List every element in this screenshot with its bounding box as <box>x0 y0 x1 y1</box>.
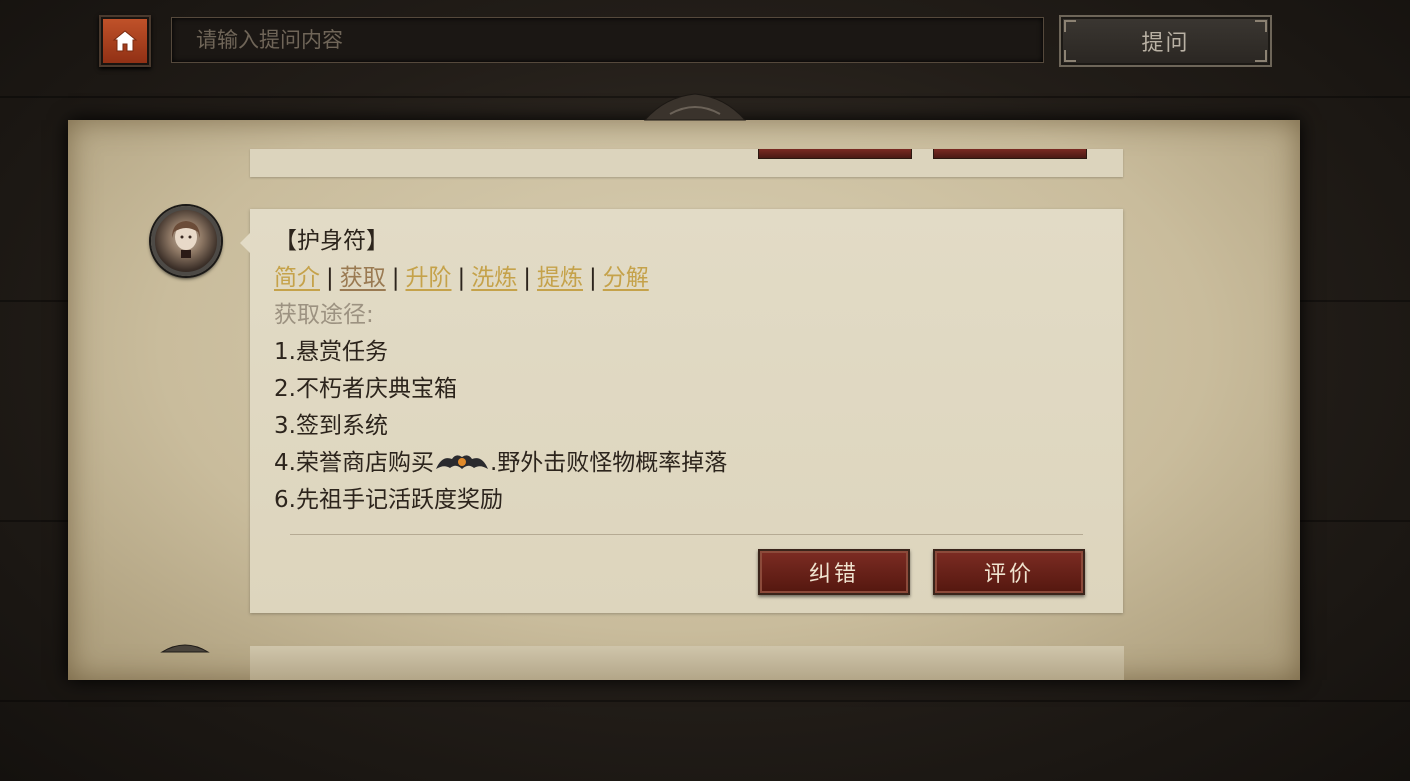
previous-rate-button[interactable] <box>933 149 1087 159</box>
search-input[interactable] <box>172 18 1043 62</box>
previous-correct-button[interactable] <box>758 149 912 159</box>
list-item: 6.先祖手记活跃度奖励 <box>274 487 503 513</box>
correct-button-label: 纠错 <box>808 562 859 587</box>
rate-button-label: 评价 <box>983 562 1034 587</box>
avatar-portrait <box>172 221 200 258</box>
tab-separator: | <box>523 265 531 291</box>
item-title: 【护身符】 <box>274 228 389 254</box>
section-label: 获取途径: <box>274 302 374 328</box>
bat-emoji-icon <box>435 455 488 469</box>
answer-card: 【护身符】 简介 | 获取 | 升阶 | 洗炼 | 提炼 | 分解 获取途径: 1.悬赏任务 2.不… <box>240 209 1123 613</box>
rate-button[interactable]: 评价 <box>933 549 1085 595</box>
ask-button[interactable]: 提问 <box>1059 15 1272 67</box>
search-field[interactable] <box>171 17 1044 63</box>
tab-separator: | <box>589 265 597 291</box>
tab-intro[interactable]: 简介 <box>274 265 320 291</box>
tab-separator: | <box>391 265 400 291</box>
tab-separator: | <box>457 265 466 291</box>
list-item: 3.签到系统 <box>274 413 388 439</box>
ask-button-label: 提问 <box>1141 31 1190 56</box>
list-item: 1.悬赏任务 <box>274 339 388 365</box>
list-item-text: .野外击败怪物概率掉落 <box>489 450 728 476</box>
info-tabs: 简介 | 获取 | 升阶 | 洗炼 | 提炼 | 分解 <box>274 260 727 297</box>
message-marker-ornament <box>160 644 210 653</box>
list-item: 2.不朽者庆典宝箱 <box>274 376 457 402</box>
next-message-card <box>250 646 1124 680</box>
tab-reroll[interactable]: 洗炼 <box>471 265 517 291</box>
tab-refine[interactable]: 提炼 <box>537 265 583 291</box>
list-item-text: 4.荣誉商店购买 <box>274 450 434 476</box>
correct-button[interactable]: 纠错 <box>758 549 910 595</box>
tab-upgrade[interactable]: 升阶 <box>406 265 452 291</box>
tab-separator: | <box>326 265 334 291</box>
panel-top-ornament <box>643 93 747 121</box>
previous-message-card <box>250 149 1123 177</box>
tab-obtain[interactable]: 获取 <box>340 265 386 291</box>
list-item: 4.荣誉商店购买 .野外击败怪物概率掉落 <box>274 445 727 482</box>
divider <box>290 534 1083 535</box>
avatar <box>151 206 221 276</box>
home-icon <box>112 30 138 52</box>
home-button[interactable] <box>99 15 151 67</box>
tab-dismantle[interactable]: 分解 <box>603 265 649 291</box>
